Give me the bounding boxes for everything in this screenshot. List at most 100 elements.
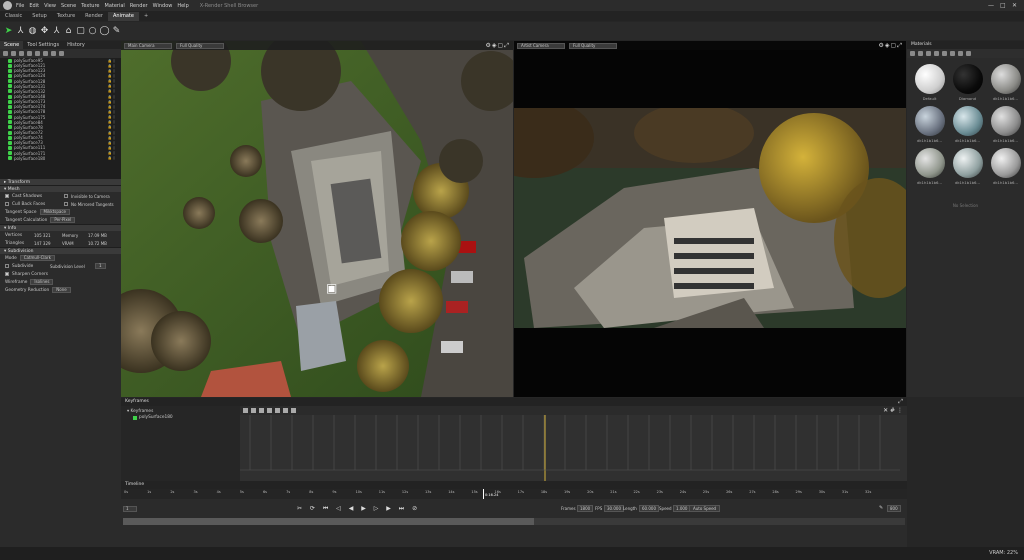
key-edit-icon[interactable] <box>275 408 280 413</box>
material-item[interactable]: dk1h1b1b6... <box>951 106 984 143</box>
scene-tool-icon[interactable]: ⌂ <box>64 26 73 36</box>
mode-select[interactable]: Catmull-Clark <box>19 255 55 261</box>
circle-select-icon[interactable]: ○ <box>88 26 97 36</box>
main-viewport[interactable]: Main Camera Full Quality ⚙◈▢⤢ ▣ <box>121 41 513 397</box>
lock-icon[interactable]: 🔒 ▯ <box>108 105 115 109</box>
visibility-checkbox[interactable] <box>8 130 12 135</box>
length-input[interactable]: 60.000 <box>639 505 659 512</box>
section-info[interactable]: ▾ Info <box>0 224 121 231</box>
delete-icon[interactable] <box>51 51 56 56</box>
menu-render[interactable]: Render <box>130 3 148 9</box>
material-item[interactable]: dk1h1b1b6... <box>913 106 946 143</box>
tab-scene[interactable]: Scene <box>0 41 24 49</box>
visibility-checkbox[interactable] <box>8 120 12 125</box>
lock-icon[interactable]: 🔒 ▯ <box>108 136 115 140</box>
tab-classic[interactable]: Classic <box>0 12 27 21</box>
visibility-checkbox[interactable] <box>8 151 12 156</box>
material-item[interactable]: Default <box>913 64 946 101</box>
tab-render[interactable]: Render <box>80 12 108 21</box>
tab-history[interactable]: History <box>63 41 89 49</box>
auto-speed-button[interactable]: Auto Speed <box>689 505 721 512</box>
material-item[interactable]: dk1h1b1b6... <box>989 148 1022 185</box>
material-item[interactable]: dk1h1b1b6... <box>989 64 1022 101</box>
visibility-checkbox[interactable] <box>8 68 12 73</box>
expand-icon[interactable]: ⤢ <box>898 398 903 406</box>
grid-icon[interactable] <box>43 51 48 56</box>
tab-add[interactable]: + <box>139 12 153 21</box>
timeline-ruler[interactable]: 0s 1s 2s 3s 4s 5s 6s 7s 8s 9s 10s 11s 12s 13s 14s 15s 16… <box>121 489 907 499</box>
lock-icon[interactable]: 🔒 ▯ <box>108 156 115 160</box>
timeline-scrubber[interactable] <box>123 518 905 525</box>
sort-icon[interactable] <box>950 51 955 56</box>
lock-icon[interactable]: 🔒 ▯ <box>108 146 115 150</box>
subdiv-level-input[interactable]: 1 <box>95 263 106 269</box>
keyframes-track-area[interactable]: ✕ # ⋮ <box>240 406 907 481</box>
cast-shadows-checkbox[interactable] <box>5 194 9 198</box>
pivot-tool-icon[interactable]: ⅄ <box>16 26 25 36</box>
subdivide-checkbox[interactable] <box>5 264 9 268</box>
visibility-checkbox[interactable] <box>8 104 12 109</box>
invisible-to-camera-checkbox[interactable] <box>64 193 68 198</box>
tangent-calc-select[interactable]: Per-Pixel <box>50 217 76 223</box>
material-item[interactable]: dk1h1b1b6... <box>913 148 946 185</box>
add-icon[interactable] <box>3 51 8 56</box>
material-item[interactable]: dk1h1b1b6... <box>989 106 1022 143</box>
copy-icon[interactable] <box>27 51 32 56</box>
lock-icon[interactable]: 🔒 ▯ <box>108 64 115 68</box>
lasso-select-icon[interactable]: ◯ <box>99 26 109 36</box>
key-smooth-icon[interactable] <box>267 408 272 413</box>
material-item[interactable]: Diamond <box>951 64 984 101</box>
frames-input[interactable]: 1800 <box>577 505 594 512</box>
lock-icon[interactable]: 🔒 ▯ <box>108 131 115 135</box>
close-icon[interactable]: ✕ <box>1012 2 1017 9</box>
timeline-playhead[interactable] <box>483 489 484 499</box>
tab-tool-settings[interactable]: Tool Settings <box>23 41 63 49</box>
zoom-input[interactable]: 800 <box>887 505 901 512</box>
info-icon[interactable] <box>958 51 963 56</box>
visibility-checkbox[interactable] <box>8 84 12 89</box>
filter-icon[interactable] <box>942 51 947 56</box>
key-delete-icon[interactable] <box>283 408 288 413</box>
sharpen-corners-checkbox[interactable] <box>5 272 9 276</box>
menu-help[interactable]: Help <box>177 3 188 9</box>
key-tools-icon[interactable]: ✕ # ⋮ <box>883 407 903 414</box>
link-icon[interactable] <box>35 51 40 56</box>
lock-icon[interactable]: 🔒 ▯ <box>108 84 115 88</box>
settings-icon[interactable] <box>966 51 971 56</box>
menu-material[interactable]: Material <box>105 3 125 9</box>
lock-icon[interactable]: 🔒 ▯ <box>108 125 115 129</box>
visibility-checkbox[interactable] <box>8 79 12 84</box>
wireframe-select[interactable]: Isolines <box>30 279 54 285</box>
lock-icon[interactable]: 🔒 ▯ <box>108 141 115 145</box>
select-tool-icon[interactable]: ➤ <box>4 26 13 36</box>
menu-texture[interactable]: Texture <box>81 3 99 9</box>
key-ease-icon[interactable] <box>251 408 256 413</box>
camera-gizmo-icon[interactable]: ▣ <box>326 281 337 295</box>
tab-texture[interactable]: Texture <box>52 12 80 21</box>
maximize-icon[interactable]: □ <box>1000 2 1006 9</box>
tab-animate[interactable]: Animate <box>107 12 139 21</box>
visibility-checkbox[interactable] <box>8 109 12 114</box>
menu-window[interactable]: Window <box>153 3 173 9</box>
fps-input[interactable]: 30.000 <box>604 505 624 512</box>
key-step-icon[interactable] <box>259 408 264 413</box>
visibility-checkbox[interactable] <box>8 125 12 130</box>
move-tool-icon[interactable]: ✥ <box>40 26 49 36</box>
visibility-checkbox[interactable] <box>8 115 12 120</box>
cull-back-faces-checkbox[interactable] <box>5 202 9 206</box>
lock-icon[interactable]: 🔒 ▯ <box>108 79 115 83</box>
material-item[interactable]: dk1h1b1b6... <box>951 148 984 185</box>
import-icon[interactable] <box>918 51 923 56</box>
tangent-space-select[interactable]: Mikktspace <box>39 209 71 215</box>
lock-icon[interactable]: 🔒 ▯ <box>108 151 115 155</box>
paint-select-icon[interactable]: ✎ <box>112 26 121 36</box>
key-settings-icon[interactable] <box>291 408 296 413</box>
menu-edit[interactable]: Edit <box>29 3 39 9</box>
section-transform[interactable]: ▸ Transform <box>0 178 121 185</box>
list-item[interactable]: polySurface180 🔒 ▯ <box>0 156 121 161</box>
menu-file[interactable]: File <box>16 3 24 9</box>
viewport-options-icon[interactable]: ⚙◈▢⤢ <box>879 42 903 50</box>
camera-pose-tool-icon[interactable]: ⅄ <box>52 26 61 36</box>
add-material-icon[interactable] <box>910 51 915 56</box>
lock-icon[interactable]: 🔒 ▯ <box>108 59 115 63</box>
